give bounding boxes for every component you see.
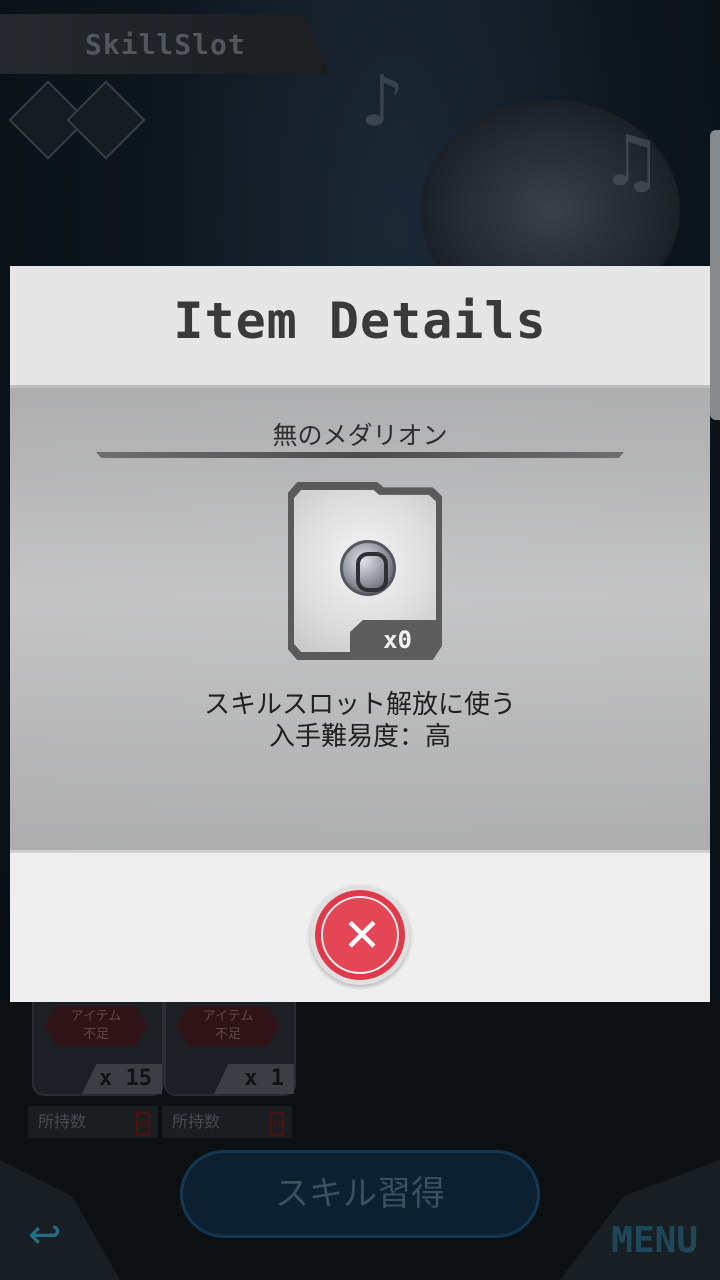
dialog-footer: ✕ bbox=[10, 850, 710, 1002]
divider bbox=[96, 452, 624, 458]
close-button[interactable]: ✕ bbox=[310, 885, 410, 985]
item-difficulty: 入手難易度：高 bbox=[268, 722, 451, 752]
dialog-title: Item Details bbox=[173, 292, 547, 350]
close-x-icon[interactable]: ✕ bbox=[323, 898, 401, 972]
item-count: x0 bbox=[350, 620, 442, 660]
medallion-emblem bbox=[356, 552, 388, 592]
close-button-face[interactable]: ✕ bbox=[321, 896, 399, 974]
dialog-body: 無のメダリオン x0 スキルスロット解放に使う 入手難易度：高 bbox=[10, 388, 710, 850]
dialog-header: Item Details bbox=[10, 266, 710, 388]
medallion-icon bbox=[340, 540, 396, 596]
close-button-ring[interactable]: ✕ bbox=[315, 890, 405, 980]
item-card: x0 bbox=[288, 482, 442, 660]
item-name: 無のメダリオン bbox=[272, 421, 448, 450]
item-details-dialog: Item Details 無のメダリオン x0 スキルスロット解放に使う 入手難… bbox=[10, 266, 710, 1002]
